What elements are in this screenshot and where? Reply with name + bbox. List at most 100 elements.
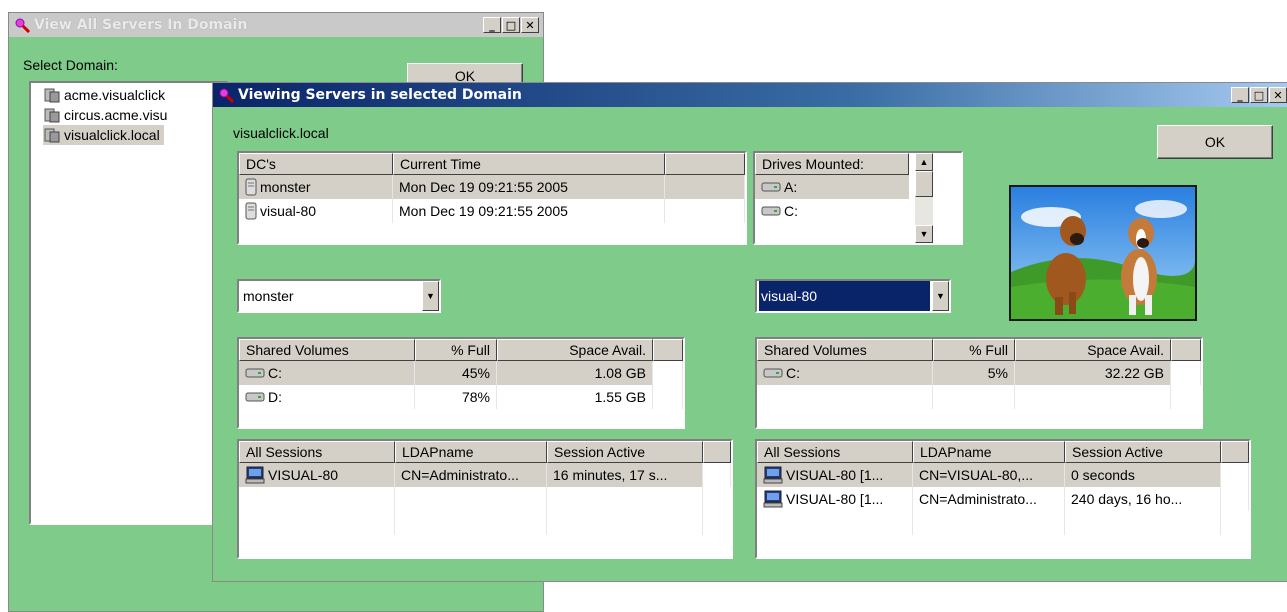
volume-pct: 5% xyxy=(933,361,1015,385)
col-header-ldapname[interactable]: LDAPname xyxy=(395,441,547,463)
drive-icon xyxy=(245,391,265,403)
right-server-value: visual-80 xyxy=(759,281,930,311)
drive-icon xyxy=(761,181,781,193)
front-ok-button[interactable]: OK xyxy=(1157,125,1273,159)
dc-row-visual-80[interactable]: visual-80 Mon Dec 19 09:21:55 2005 xyxy=(239,199,745,223)
select-domain-label: Select Domain: xyxy=(23,57,118,73)
col-header-ldapname[interactable]: LDAPname xyxy=(913,441,1065,463)
volume-row[interactable]: C: 5% 32.22 GB xyxy=(757,361,1201,385)
dc-list[interactable]: DC's Current Time monster Mon Dec 19 09:… xyxy=(237,151,747,245)
magnifier-app-icon xyxy=(14,17,30,33)
volume-pct: 45% xyxy=(415,361,497,385)
session-name: VISUAL-80 [1... xyxy=(786,491,884,507)
session-active: 16 minutes, 17 s... xyxy=(547,463,703,487)
drive-label: A: xyxy=(784,179,798,195)
scroll-up-arrow-icon[interactable]: ▲ xyxy=(915,153,933,171)
session-row[interactable]: VISUAL-80 [1... CN=VISUAL-80,... 0 secon… xyxy=(757,463,1249,487)
dropdown-arrow-icon[interactable]: ▼ xyxy=(422,281,439,311)
session-active: 240 days, 16 ho... xyxy=(1065,487,1221,511)
session-ldap: CN=VISUAL-80,... xyxy=(913,463,1065,487)
server-tower-icon xyxy=(245,202,257,220)
left-server-select[interactable]: monster ▼ xyxy=(237,279,441,313)
volume-pct: 78% xyxy=(415,385,497,409)
server-tower-icon xyxy=(245,178,257,196)
right-sessions-list[interactable]: All Sessions LDAPname Session Active VIS… xyxy=(755,439,1251,559)
dropdown-arrow-icon[interactable]: ▼ xyxy=(932,281,949,311)
dc-row-monster[interactable]: monster Mon Dec 19 09:21:55 2005 xyxy=(239,175,745,199)
volume-avail: 32.22 GB xyxy=(1015,361,1171,385)
tree-item-acme[interactable]: acme.visualclick xyxy=(43,85,165,105)
col-header-session-active[interactable]: Session Active xyxy=(1065,441,1221,463)
session-name: VISUAL-80 xyxy=(268,467,339,483)
col-header-space-avail[interactable]: Space Avail. xyxy=(497,339,653,361)
left-server-value: monster xyxy=(243,288,294,304)
drive-label: C: xyxy=(784,203,798,219)
magnifier-app-icon xyxy=(218,87,234,103)
col-header-all-sessions[interactable]: All Sessions xyxy=(757,441,913,463)
volume-row[interactable]: C: 45% 1.08 GB xyxy=(239,361,683,385)
volume-name: D: xyxy=(268,389,282,405)
minimize-button[interactable]: _ xyxy=(1231,87,1249,103)
server-icon xyxy=(43,126,61,144)
domain-tree[interactable]: acme.visualclick circus.acme.visu visual… xyxy=(29,81,229,525)
server-icon xyxy=(43,106,61,124)
back-window-title: View All Servers In Domain xyxy=(34,17,248,33)
col-header-pct-full[interactable]: % Full xyxy=(933,339,1015,361)
ok-label: OK xyxy=(1204,134,1226,150)
server-icon xyxy=(43,86,61,104)
col-header-session-active[interactable]: Session Active xyxy=(547,441,703,463)
tree-item-label: circus.acme.visu xyxy=(64,107,168,123)
dc-name: visual-80 xyxy=(260,203,317,219)
volume-avail: 1.08 GB xyxy=(497,361,653,385)
session-active: 0 seconds xyxy=(1065,463,1221,487)
col-header-blank[interactable] xyxy=(665,153,745,175)
tree-item-label: acme.visualclick xyxy=(64,87,166,103)
session-row[interactable]: VISUAL-80 [1... CN=Administrato... 240 d… xyxy=(757,487,1249,511)
drive-icon xyxy=(763,367,783,379)
left-shared-volumes-list[interactable]: Shared Volumes % Full Space Avail. C: 45… xyxy=(237,337,685,429)
drive-icon xyxy=(761,205,781,217)
scroll-down-arrow-icon[interactable]: ▼ xyxy=(915,225,933,243)
right-server-select[interactable]: visual-80 ▼ xyxy=(755,279,951,313)
col-header-shared-volumes[interactable]: Shared Volumes xyxy=(239,339,415,361)
drives-scrollbar[interactable]: ▲ ▼ xyxy=(915,153,933,243)
col-header-shared-volumes[interactable]: Shared Volumes xyxy=(757,339,933,361)
col-header-current-time[interactable]: Current Time xyxy=(393,153,665,175)
volume-row[interactable]: D: 78% 1.55 GB xyxy=(239,385,683,409)
drives-list[interactable]: Drives Mounted: A: C: ▲ ▼ xyxy=(753,151,963,245)
maximize-button[interactable]: □ xyxy=(1250,87,1268,103)
col-header-drives[interactable]: Drives Mounted: xyxy=(755,153,909,175)
front-window-titlebar[interactable]: Viewing Servers in selected Domain _ □ ✕ xyxy=(213,83,1287,107)
dc-time: Mon Dec 19 09:21:55 2005 xyxy=(393,175,665,199)
col-header-dcs[interactable]: DC's xyxy=(239,153,393,175)
drive-row-a[interactable]: A: xyxy=(755,175,909,199)
minimize-button[interactable]: _ xyxy=(483,17,501,33)
volume-name: C: xyxy=(268,365,282,381)
computer-icon xyxy=(763,466,783,484)
right-shared-volumes-list[interactable]: Shared Volumes % Full Space Avail. C: 5%… xyxy=(755,337,1203,429)
tree-item-label: visualclick.local xyxy=(64,127,160,143)
back-window-titlebar[interactable]: View All Servers In Domain _ □ ✕ xyxy=(9,13,543,37)
domain-name-label: visualclick.local xyxy=(233,125,329,141)
session-ldap: CN=Administrato... xyxy=(913,487,1065,511)
session-ldap: CN=Administrato... xyxy=(395,463,547,487)
close-button[interactable]: ✕ xyxy=(1269,87,1287,103)
computer-icon xyxy=(763,490,783,508)
left-sessions-list[interactable]: All Sessions LDAPname Session Active VIS… xyxy=(237,439,733,559)
tree-item-visualclick[interactable]: visualclick.local xyxy=(43,125,164,145)
dc-name: monster xyxy=(260,179,311,195)
volume-name: C: xyxy=(786,365,800,381)
maximize-button[interactable]: □ xyxy=(502,17,520,33)
drive-icon xyxy=(245,367,265,379)
scroll-thumb[interactable] xyxy=(915,171,933,197)
drive-row-c[interactable]: C: xyxy=(755,199,909,223)
tree-item-circus[interactable]: circus.acme.visu xyxy=(43,105,167,125)
session-name: VISUAL-80 [1... xyxy=(786,467,884,483)
col-header-all-sessions[interactable]: All Sessions xyxy=(239,441,395,463)
close-button[interactable]: ✕ xyxy=(521,17,539,33)
viewing-servers-window: Viewing Servers in selected Domain _ □ ✕… xyxy=(212,82,1287,582)
col-header-space-avail[interactable]: Space Avail. xyxy=(1015,339,1171,361)
dc-time: Mon Dec 19 09:21:55 2005 xyxy=(393,199,665,223)
col-header-pct-full[interactable]: % Full xyxy=(415,339,497,361)
session-row[interactable]: VISUAL-80 CN=Administrato... 16 minutes,… xyxy=(239,463,731,487)
